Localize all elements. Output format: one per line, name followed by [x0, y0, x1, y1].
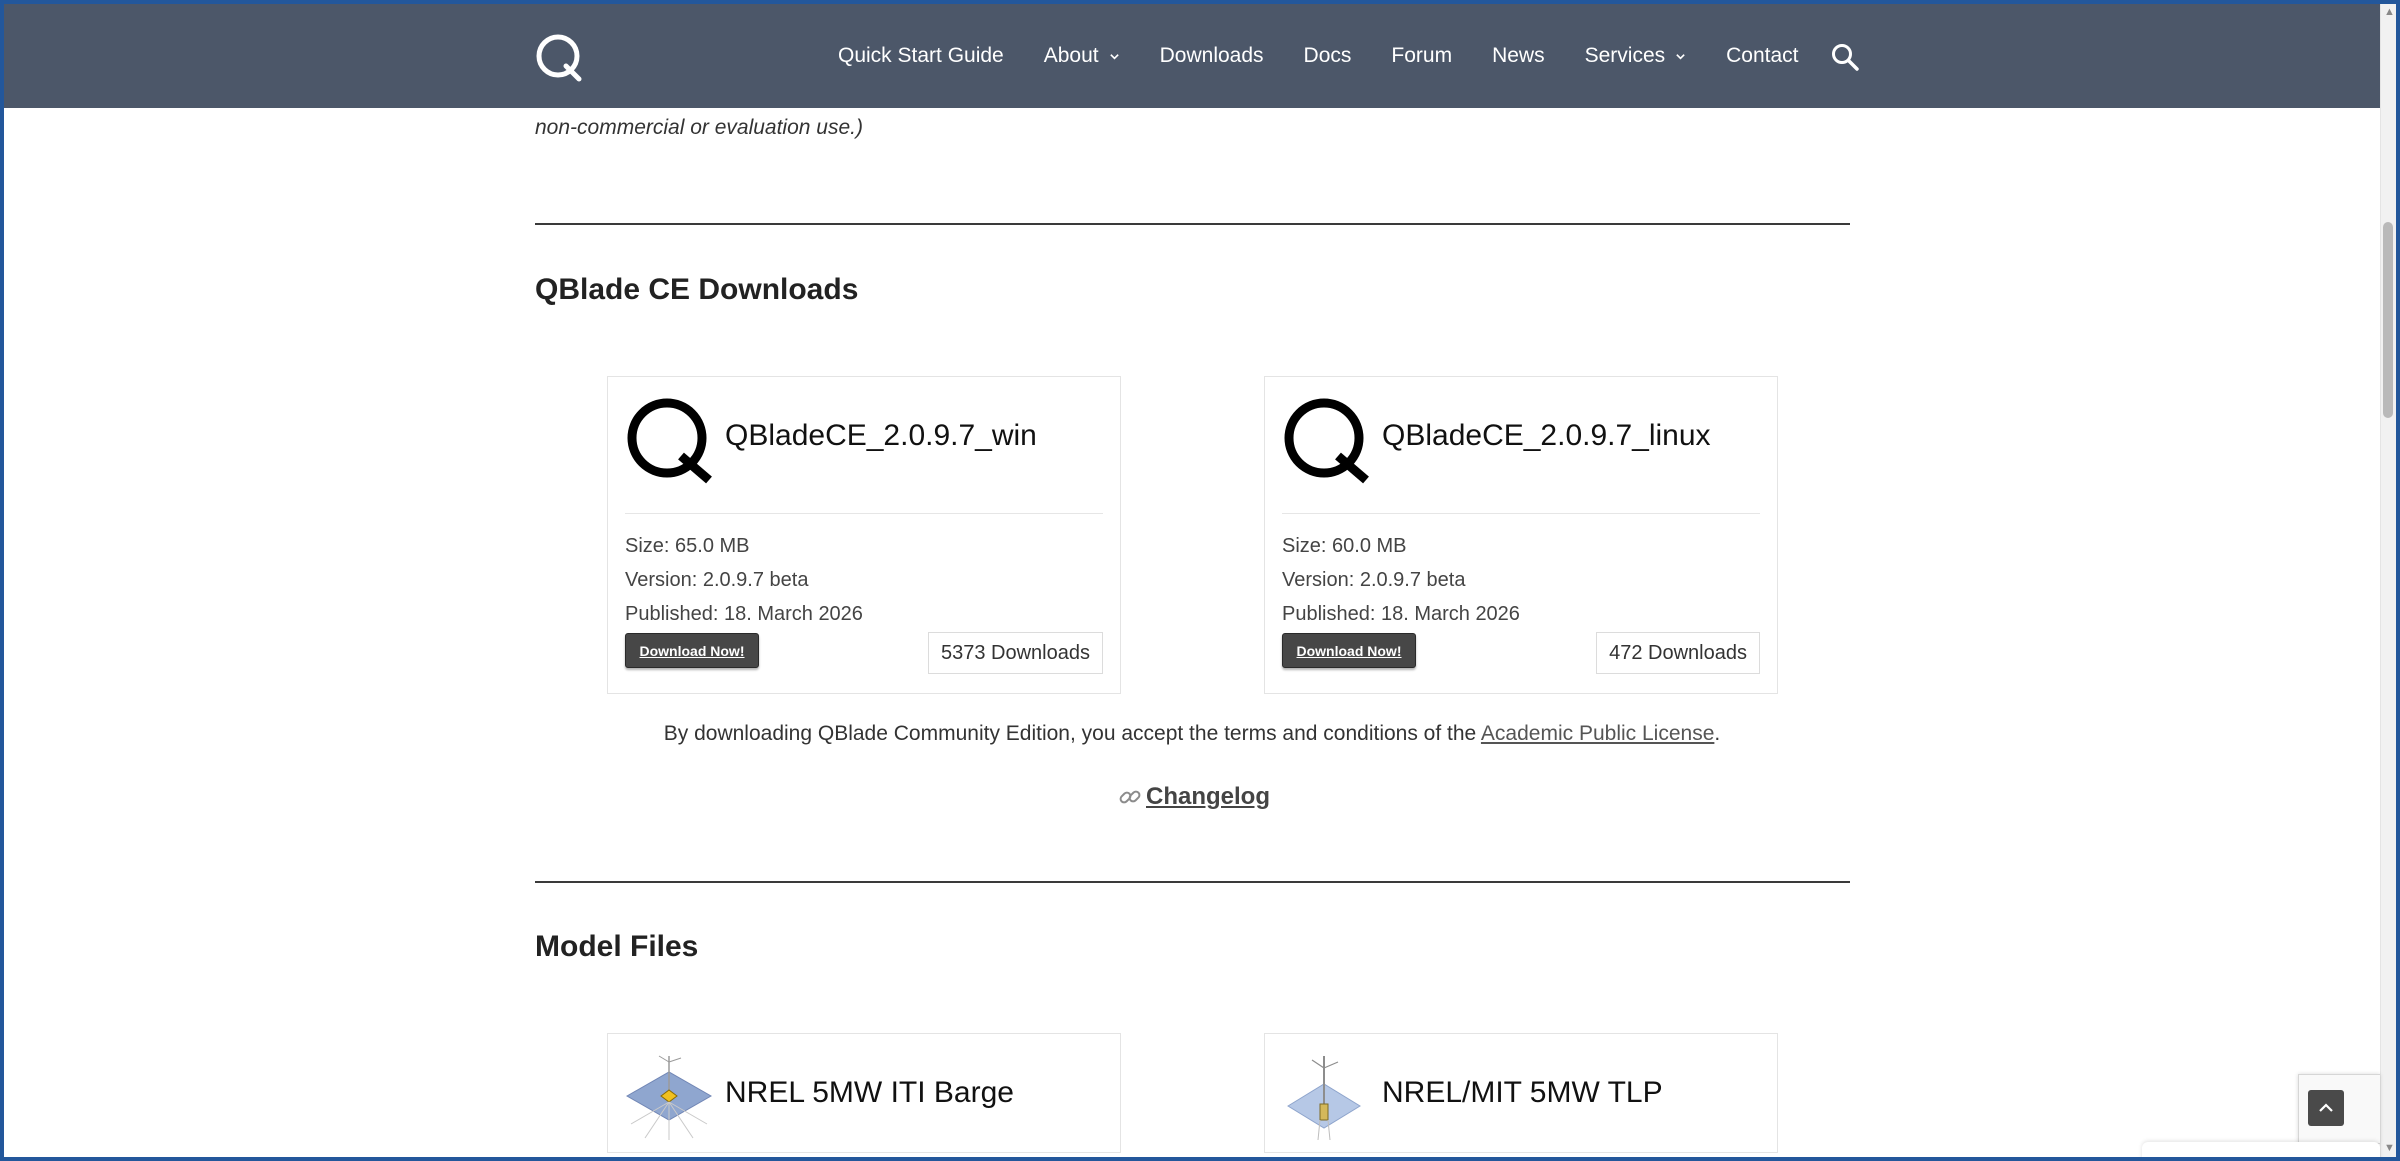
tlp-model-image — [1287, 1056, 1361, 1141]
nav-quick-start-guide[interactable]: Quick Start Guide — [838, 44, 1004, 68]
download-name: QBladeCE_2.0.9.7_linux — [1382, 419, 1711, 452]
file-version: Version: 2.0.9.7 beta — [625, 569, 809, 591]
model-card-barge[interactable]: NREL 5MW ITI Barge — [607, 1033, 1121, 1153]
chevron-down-icon — [1109, 53, 1119, 60]
model-files-title: Model Files — [535, 930, 699, 963]
bottom-popup-tab[interactable] — [2142, 1142, 2380, 1161]
download-card-win: QBladeCE_2.0.9.7_win Size: 65.0 MB Versi… — [607, 376, 1121, 694]
model-name: NREL/MIT 5MW TLP — [1382, 1076, 1663, 1109]
nav-downloads[interactable]: Downloads — [1160, 44, 1264, 68]
nav-services[interactable]: Services — [1585, 44, 1687, 68]
chevron-up-icon — [2319, 1103, 2333, 1112]
file-size: Size: 60.0 MB — [1282, 535, 1407, 557]
search-icon[interactable] — [1830, 42, 1860, 72]
download-name: QBladeCE_2.0.9.7_win — [725, 419, 1037, 452]
scrollbar-thumb[interactable] — [2383, 222, 2393, 418]
qblade-logo — [1284, 398, 1369, 484]
download-count: 5373 Downloads — [928, 632, 1103, 674]
academic-public-license-link[interactable]: Academic Public License — [1481, 722, 1714, 745]
chevron-down-icon — [1676, 53, 1685, 60]
changelog-label: Changelog — [1146, 783, 1270, 810]
qblade-logo — [627, 398, 712, 484]
section-divider — [535, 223, 1850, 225]
download-count: 472 Downloads — [1596, 632, 1760, 674]
ce-downloads-title: QBlade CE Downloads — [535, 273, 859, 306]
file-version: Version: 2.0.9.7 beta — [1282, 569, 1466, 591]
page-scrollbar[interactable] — [2380, 4, 2396, 1157]
main-nav: Quick Start Guide About Downloads Docs F… — [838, 4, 1839, 108]
model-name: NREL 5MW ITI Barge — [725, 1076, 1014, 1109]
file-published: Published: 18. March 2026 — [625, 603, 863, 625]
scroll-down-arrow-icon[interactable]: ▼ — [2384, 1142, 2395, 1154]
scroll-up-arrow-icon[interactable]: ▲ — [2384, 6, 2395, 18]
back-to-top-button[interactable] — [2308, 1090, 2344, 1126]
nav-news[interactable]: News — [1492, 44, 1545, 68]
changelog-link[interactable]: Changelog — [1118, 783, 1270, 811]
file-size: Size: 65.0 MB — [625, 535, 750, 557]
file-published: Published: 18. March 2026 — [1282, 603, 1520, 625]
download-now-button[interactable]: Download Now! — [1282, 633, 1416, 668]
license-text: By downloading QBlade Community Edition,… — [663, 722, 1477, 745]
nav-docs[interactable]: Docs — [1304, 44, 1352, 68]
model-card-tlp[interactable]: NREL/MIT 5MW TLP — [1264, 1033, 1778, 1153]
nav-forum[interactable]: Forum — [1391, 44, 1452, 68]
download-now-button[interactable]: Download Now! — [625, 633, 759, 668]
section-divider — [535, 881, 1850, 883]
link-icon — [1119, 790, 1141, 804]
card-divider — [1282, 513, 1760, 514]
barge-model-image — [625, 1055, 713, 1140]
intro-text-tail: non-commercial or evaluation use.) — [535, 116, 863, 139]
nav-contact[interactable]: Contact — [1726, 44, 1798, 68]
site-header: Quick Start Guide About Downloads Docs F… — [4, 4, 2380, 108]
license-suffix: . — [1714, 722, 1721, 745]
license-notice: By downloading QBlade Community Edition,… — [0, 722, 2384, 746]
nav-about[interactable]: About — [1044, 44, 1120, 68]
window-frame — [0, 0, 2400, 1161]
qblade-logo[interactable] — [534, 32, 584, 82]
card-divider — [625, 513, 1103, 514]
download-card-linux: QBladeCE_2.0.9.7_linux Size: 60.0 MB Ver… — [1264, 376, 1778, 694]
